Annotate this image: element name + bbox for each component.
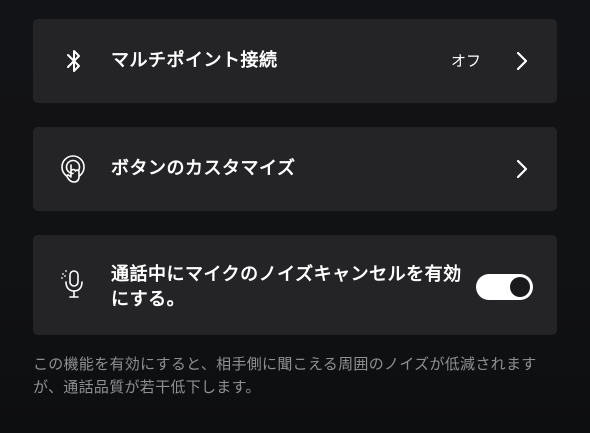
- button-customize-label: ボタンのカスタマイズ: [111, 158, 296, 179]
- call-noise-cancel-row: 通話中にマイクのノイズキャンセルを有効にする。: [33, 235, 557, 335]
- call-noise-cancel-label: 通話中にマイクのノイズキャンセルを有効にする。: [111, 264, 462, 310]
- noise-cancel-toggle[interactable]: [476, 274, 533, 300]
- multipoint-status-value: オフ: [450, 52, 481, 70]
- noise-cancel-description: この機能を有効にすると、相手側に聞こえる周囲のノイズが低減されますが、通話品質が…: [33, 355, 537, 396]
- touch-gesture-icon: [59, 154, 89, 184]
- multipoint-connection-row[interactable]: マルチポイント接続 オフ: [33, 19, 557, 103]
- toggle-knob: [510, 277, 530, 297]
- chevron-right-icon: [515, 158, 529, 180]
- multipoint-connection-label: マルチポイント接続: [111, 50, 278, 71]
- microphone-icon: [59, 269, 89, 299]
- bluetooth-icon: [59, 46, 89, 76]
- button-customize-row[interactable]: ボタンのカスタマイズ: [33, 127, 557, 211]
- chevron-right-icon: [515, 50, 529, 72]
